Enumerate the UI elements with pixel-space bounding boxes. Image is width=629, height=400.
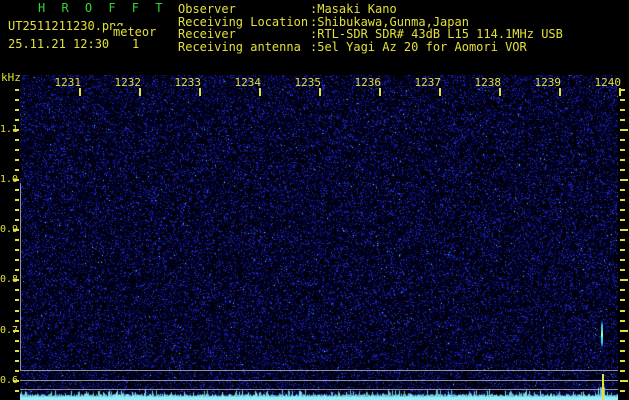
spectrogram-canvas — [20, 75, 618, 400]
y-axis-unit: kHz — [1, 71, 21, 84]
info-value: :5el Yagi Az 20 for Aomori VOR — [310, 40, 527, 55]
mode-label: meteor — [112, 25, 157, 39]
info-label: Receiving antenna — [178, 40, 301, 55]
hrofft-screen: H R O F F T UT2511211230.png meteor 25.1… — [0, 0, 629, 400]
info-row: Receiving antenna :5el Yagi Az 20 for Aom… — [178, 40, 527, 55]
